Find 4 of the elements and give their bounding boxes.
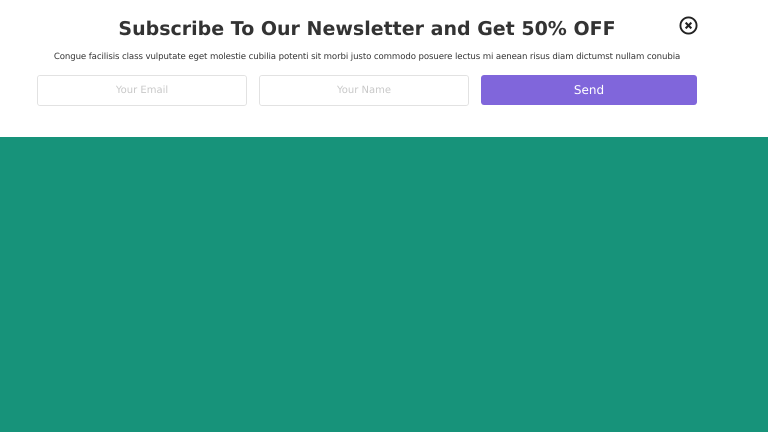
banner-description: Congue facilisis class vulputate eget molestie cubilia potenti sit morbi justo commodo posuere lectus mi aenean risus diam dictumst nullam conubia xyxy=(54,52,680,62)
send-button[interactable]: Send xyxy=(481,75,697,105)
banner-title: Subscribe To Our Newsletter and Get 50% OFF xyxy=(118,17,616,42)
close-icon[interactable] xyxy=(679,16,698,35)
